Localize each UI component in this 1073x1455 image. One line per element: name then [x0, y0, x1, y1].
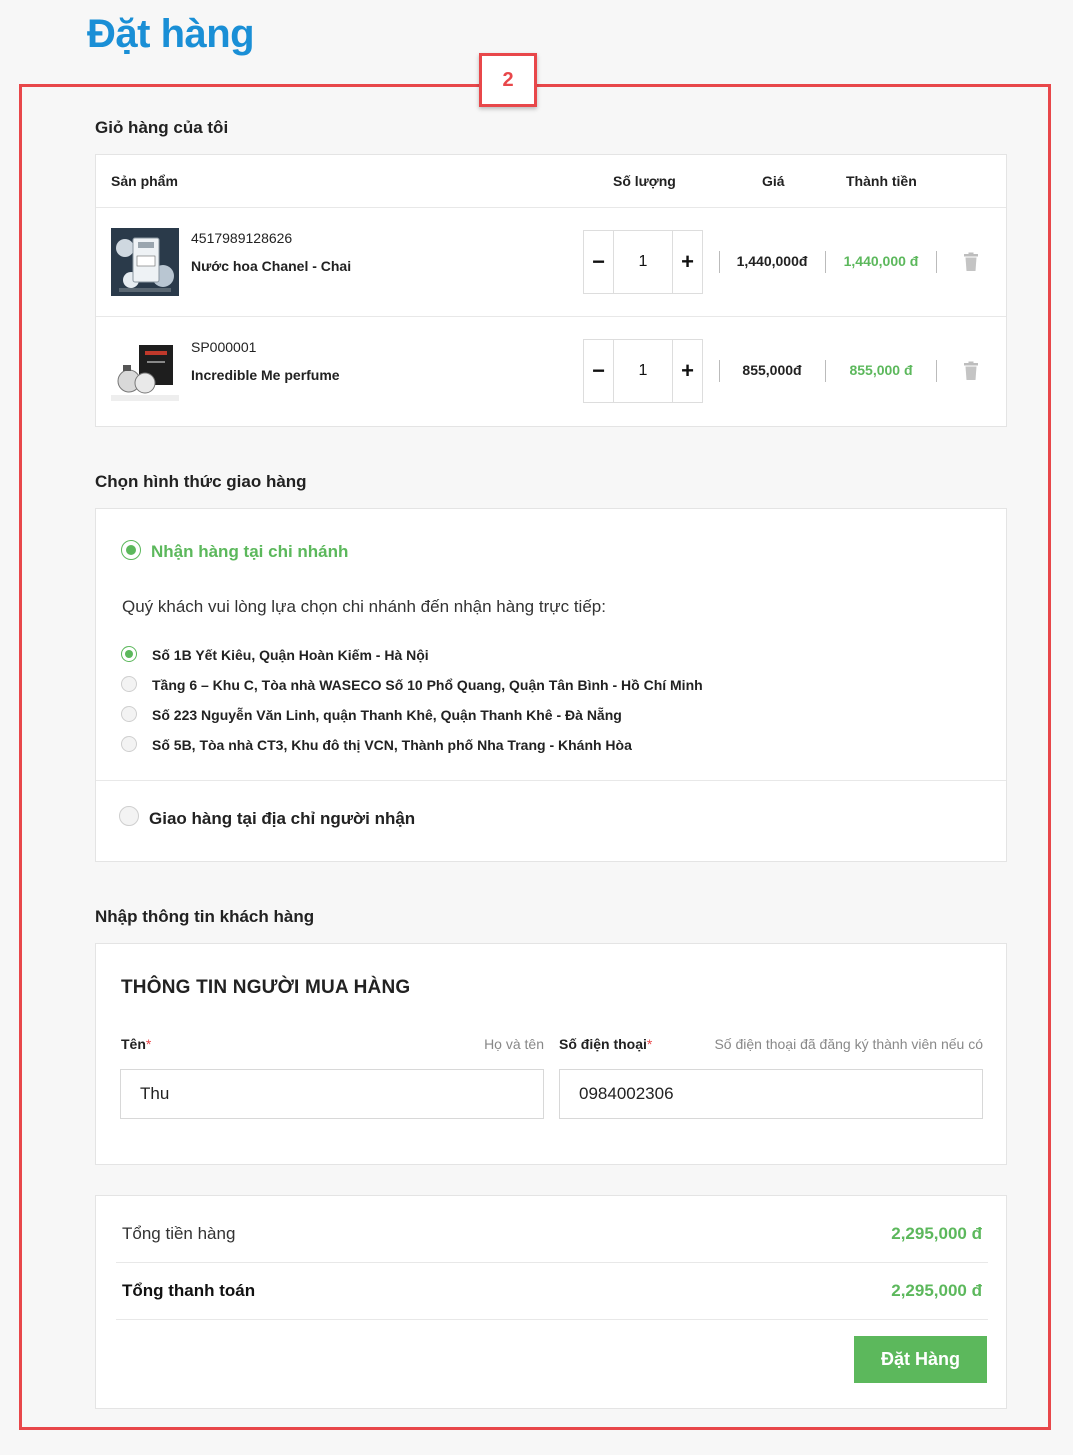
quantity-stepper: − +: [583, 339, 703, 403]
delivery-option-label[interactable]: Giao hàng tại địa chỉ người nhận: [149, 809, 415, 829]
line-subtotal: 1,440,000 đ: [843, 253, 919, 269]
col-subtotal: Thành tiền: [846, 173, 917, 189]
branch-label[interactable]: Tầng 6 – Khu C, Tòa nhà WASECO Số 10 Phổ…: [152, 677, 703, 693]
pickup-hint: Quý khách vui lòng lựa chọn chi nhánh đế…: [122, 597, 606, 616]
goods-total-row: Tổng tiền hàng 2,295,000 đ: [116, 1206, 988, 1263]
product-thumbnail-incredible-me: [111, 337, 179, 405]
branch-radio-hcm[interactable]: [121, 676, 137, 692]
product-thumbnail-chanel: [111, 228, 179, 296]
name-label-text: Tên: [121, 1036, 146, 1052]
divider: [936, 360, 937, 382]
page-title: Đặt hàng: [87, 12, 255, 56]
goods-total-label: Tổng tiền hàng: [122, 1224, 236, 1243]
payment-total-value: 2,295,000 đ: [891, 1281, 982, 1300]
annotation-marker: 2: [479, 53, 537, 107]
payment-total-label: Tổng thanh toán: [122, 1281, 256, 1300]
branch-label[interactable]: Số 5B, Tòa nhà CT3, Khu đô thị VCN, Thàn…: [152, 737, 632, 753]
branch-label[interactable]: Số 1B Yết Kiêu, Quận Hoàn Kiếm - Hà Nội: [152, 647, 429, 663]
required-mark: *: [145, 1036, 152, 1052]
product-name: Incredible Me perfume: [191, 367, 340, 383]
branch-radio-danang[interactable]: [121, 706, 137, 722]
unit-price: 855,000đ: [742, 362, 802, 378]
branch-radio-hanoi[interactable]: [121, 646, 137, 662]
divider: [96, 780, 1006, 781]
pickup-radio[interactable]: [121, 540, 141, 560]
col-product: Sản phẩm: [111, 173, 178, 189]
increase-quantity-button[interactable]: +: [672, 340, 702, 402]
phone-field-label: Số điện thoại*: [559, 1036, 652, 1052]
customer-heading: Nhập thông tin khách hàng: [95, 907, 315, 926]
phone-input[interactable]: [559, 1069, 983, 1119]
required-mark: *: [646, 1036, 653, 1052]
product-sku: 4517989128626: [191, 230, 293, 246]
pickup-option-label[interactable]: Nhận hàng tại chi nhánh: [151, 542, 348, 562]
cart-heading: Giỏ hàng của tôi: [95, 118, 229, 137]
cart-item-row: 4517989128626 Nước hoa Chanel - Chai − +…: [96, 208, 1006, 317]
shipping-heading: Chọn hình thức giao hàng: [95, 472, 307, 491]
unit-price: 1,440,000đ: [736, 253, 808, 269]
trash-icon[interactable]: [962, 361, 980, 381]
name-input[interactable]: [120, 1069, 544, 1119]
cart-header-row: Sản phẩm Số lượng Giá Thành tiền: [96, 155, 1006, 208]
place-order-button[interactable]: Đặt Hàng: [854, 1336, 987, 1383]
decrease-quantity-button[interactable]: −: [584, 340, 614, 402]
phone-field-hint: Số điện thoại đã đăng ký thành viên nếu …: [714, 1036, 983, 1052]
phone-label-text: Số điện thoại: [559, 1036, 647, 1052]
goods-total-value: 2,295,000 đ: [891, 1224, 982, 1243]
product-name: Nước hoa Chanel - Chai: [191, 258, 352, 274]
name-field-label: Tên*: [121, 1036, 151, 1052]
product-sku: SP000001: [191, 339, 257, 355]
line-subtotal: 855,000 đ: [849, 362, 913, 378]
quantity-stepper: − +: [583, 230, 703, 294]
increase-quantity-button[interactable]: +: [672, 231, 702, 293]
order-summary-panel: Tổng tiền hàng 2,295,000 đ Tổng thanh to…: [95, 1195, 1007, 1409]
delivery-radio[interactable]: [119, 806, 139, 826]
branch-radio-nhatrang[interactable]: [121, 736, 137, 752]
decrease-quantity-button[interactable]: −: [584, 231, 614, 293]
name-field-hint: Họ và tên: [484, 1036, 544, 1052]
quantity-input[interactable]: [614, 231, 672, 293]
customer-form-panel: THÔNG TIN NGƯỜI MUA HÀNG Tên* Họ và tên …: [95, 943, 1007, 1165]
branch-label[interactable]: Số 223 Nguyễn Văn Linh, quận Thanh Khê, …: [152, 707, 622, 723]
cart-table: Sản phẩm Số lượng Giá Thành tiền 4517989…: [95, 154, 1007, 427]
form-title: THÔNG TIN NGƯỜI MUA HÀNG: [121, 977, 411, 998]
col-quantity: Số lượng: [613, 173, 676, 189]
col-price: Giá: [762, 173, 785, 189]
quantity-input[interactable]: [614, 340, 672, 402]
payment-total-row: Tổng thanh toán 2,295,000 đ: [116, 1263, 988, 1320]
shipping-panel: Nhận hàng tại chi nhánh Quý khách vui lò…: [95, 508, 1007, 862]
cart-item-row: SP000001 Incredible Me perfume − + 855,0…: [96, 317, 1006, 426]
divider: [936, 251, 937, 273]
trash-icon[interactable]: [962, 252, 980, 272]
